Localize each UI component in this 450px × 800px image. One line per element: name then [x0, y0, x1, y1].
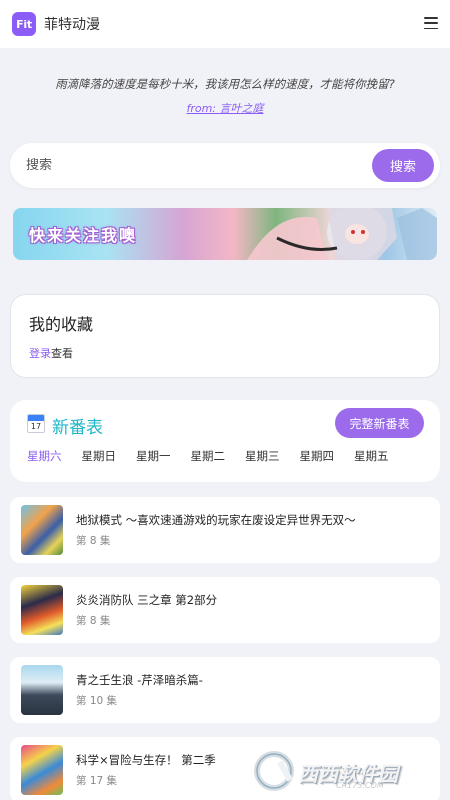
watermark-logo-icon	[254, 751, 294, 791]
anime-thumbnail	[21, 665, 63, 715]
search-bar: 搜索	[10, 143, 440, 188]
anime-thumbnail	[21, 745, 63, 795]
banner-illustration	[247, 208, 437, 260]
watermark-subtext: CR173.COM	[336, 781, 384, 790]
anime-episode: 第 8 集	[76, 615, 111, 627]
anime-thumbnail	[21, 505, 63, 555]
tab-saturday[interactable]: 星期六	[27, 448, 62, 464]
anime-title: 地狱模式 ～喜欢速通游戏的玩家在废设定异世界无双～	[76, 513, 356, 527]
full-schedule-button[interactable]: 完整新番表	[335, 408, 424, 438]
anime-title: 科学×冒险与生存！ 第二季	[76, 753, 216, 767]
calendar-day: 17	[30, 422, 42, 431]
anime-episode: 第 10 集	[76, 695, 118, 707]
site-watermark: 西西软件园 CR173.COM	[250, 750, 432, 792]
search-input[interactable]	[26, 158, 372, 173]
anime-list-item[interactable]: 青之壬生浪 -芹泽暗杀篇- 第 10 集	[10, 657, 440, 723]
anime-title: 炎炎消防队 三之章 第2部分	[76, 593, 218, 607]
anime-thumbnail	[21, 585, 63, 635]
banner-text: 快来关注我噢	[29, 226, 138, 245]
anime-list-item[interactable]: 地狱模式 ～喜欢速通游戏的玩家在废设定异世界无双～ 第 8 集	[10, 497, 440, 563]
favorites-card: 我的收藏 登录查看	[10, 294, 440, 378]
calendar-icon: 17	[27, 414, 45, 433]
anime-episode: 第 17 集	[76, 775, 118, 787]
quote-source-link[interactable]: from: 言叶之庭	[0, 100, 450, 116]
tab-sunday[interactable]: 星期日	[82, 448, 117, 464]
schedule-card: 17 新番表 完整新番表 星期六 星期日 星期一 星期二 星期三 星期四 星期五	[10, 400, 440, 482]
app-logo[interactable]: Fit	[12, 12, 36, 36]
anime-title: 青之壬生浪 -芹泽暗杀篇-	[76, 673, 203, 687]
anime-episode: 第 8 集	[76, 535, 111, 547]
tab-wednesday[interactable]: 星期三	[245, 448, 280, 464]
app-title: 菲特动漫	[44, 17, 100, 33]
favorites-login-line: 登录查看	[29, 345, 73, 361]
tab-thursday[interactable]: 星期四	[300, 448, 335, 464]
tab-monday[interactable]: 星期一	[136, 448, 171, 464]
tab-tuesday[interactable]: 星期二	[191, 448, 226, 464]
search-button[interactable]: 搜索	[372, 149, 434, 182]
favorites-title: 我的收藏	[29, 315, 94, 334]
hamburger-menu-icon[interactable]	[424, 16, 438, 30]
promo-banner[interactable]: 快来关注我噢	[13, 208, 437, 260]
anime-list-item[interactable]: 炎炎消防队 三之章 第2部分 第 8 集	[10, 577, 440, 643]
login-link[interactable]: 登录	[29, 347, 51, 360]
top-bar: Fit 菲特动漫	[0, 0, 450, 48]
schedule-title: 新番表	[52, 418, 103, 438]
tab-friday[interactable]: 星期五	[354, 448, 389, 464]
weekday-tabs: 星期六 星期日 星期一 星期二 星期三 星期四 星期五	[27, 448, 409, 464]
quote-text: 雨滴降落的速度是每秒十米，我该用怎么样的速度，才能将你挽留?	[55, 77, 395, 91]
favorites-view-text: 查看	[51, 347, 73, 360]
